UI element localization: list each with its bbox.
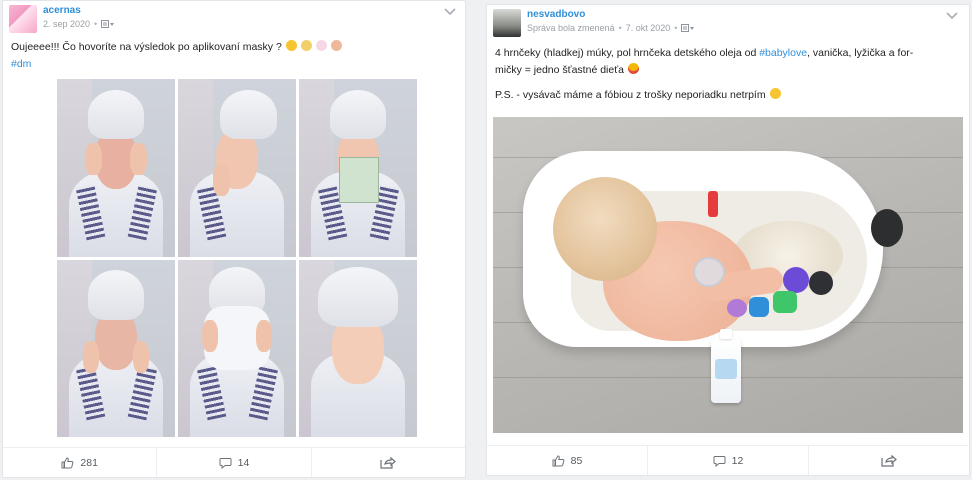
post-text: Oujeeee!!! Čo hovoríte na výsledok po ap… — [3, 39, 465, 73]
thumbs-up-icon — [61, 456, 74, 468]
post-text: 4 hrnčeky (hladkej) múky, pol hrnčeka de… — [487, 45, 969, 104]
meta-separator: • — [674, 23, 678, 33]
post-card: nesvadbovo Správa bola zmenená • 7. okt … — [486, 4, 970, 476]
comment-count: 12 — [731, 454, 744, 467]
thumbs-up-icon — [552, 454, 564, 466]
photo-cell — [178, 79, 296, 257]
post-photo-collage[interactable] — [57, 79, 417, 437]
like-count: 281 — [80, 456, 98, 469]
like-button[interactable]: 281 — [3, 448, 156, 477]
chevron-down-icon[interactable] — [443, 7, 457, 17]
person-emoji — [300, 40, 312, 51]
post-text-part: , vanička, lyžička a for- — [807, 47, 914, 59]
post-card: acernas 2. sep 2020 • Oujeeee!!! Čo hovo… — [2, 0, 466, 478]
post-meta: Správa bola zmenená • 7. okt 2020 • — [527, 23, 695, 33]
avatar[interactable] — [493, 9, 521, 37]
post-actions: 281 14 — [3, 447, 465, 477]
photo-cell — [57, 259, 175, 437]
group-icon[interactable] — [681, 23, 695, 33]
chevron-down-icon[interactable] — [945, 11, 959, 21]
post-actions: 85 12 — [487, 445, 969, 475]
like-count: 85 — [570, 454, 583, 467]
group-icon[interactable] — [101, 19, 115, 29]
like-button[interactable]: 85 — [487, 446, 647, 475]
feed: acernas 2. sep 2020 • Oujeeee!!! Čo hovo… — [0, 0, 972, 480]
meta-separator: • — [94, 19, 98, 29]
meta-separator: • — [618, 23, 622, 33]
share-icon — [380, 456, 397, 469]
edited-label: Správa bola zmenená — [527, 23, 615, 33]
post-text-ps: P.S. - vysávač máme a fóbiou z trošky ne… — [495, 89, 766, 101]
comment-icon — [219, 457, 232, 469]
comment-button[interactable]: 12 — [647, 446, 808, 475]
post-date: 2. sep 2020 — [43, 19, 91, 29]
smile-emoji — [769, 88, 781, 99]
share-button[interactable] — [808, 446, 969, 475]
avatar[interactable] — [9, 5, 37, 33]
photo-cell — [299, 259, 417, 437]
post-text-line: Oujeeee!!! Čo hovoríte na výsledok po ap… — [11, 41, 282, 53]
photo-cell — [57, 79, 175, 257]
post-meta: 2. sep 2020 • — [43, 19, 115, 29]
heart-eyes-emoji — [627, 63, 639, 74]
sparkles-emoji — [315, 40, 327, 51]
post-text-part: 4 hrnčeky (hladkej) múky, pol hrnčeka de… — [495, 47, 760, 59]
comment-count: 14 — [237, 456, 250, 469]
post-date: 7. okt 2020 — [625, 23, 671, 33]
hashtag-link[interactable]: #babylove — [759, 47, 807, 59]
post-header: acernas 2. sep 2020 • — [3, 1, 465, 35]
post-text-line: mičky = jedno šťastné dieťa — [495, 64, 624, 76]
photo-cell — [178, 259, 296, 437]
post-photo[interactable] — [493, 117, 963, 433]
photo-cell — [299, 79, 417, 257]
share-button[interactable] — [310, 448, 465, 477]
hashtag-link[interactable]: #dm — [11, 58, 31, 70]
laughing-emoji — [285, 40, 297, 51]
baby-emoji — [330, 40, 342, 51]
author-name[interactable]: acernas — [43, 5, 81, 16]
comment-button[interactable]: 14 — [156, 448, 310, 477]
post-header: nesvadbovo Správa bola zmenená • 7. okt … — [487, 5, 969, 39]
author-name[interactable]: nesvadbovo — [527, 9, 585, 20]
share-icon — [881, 454, 897, 467]
comment-icon — [713, 455, 726, 467]
